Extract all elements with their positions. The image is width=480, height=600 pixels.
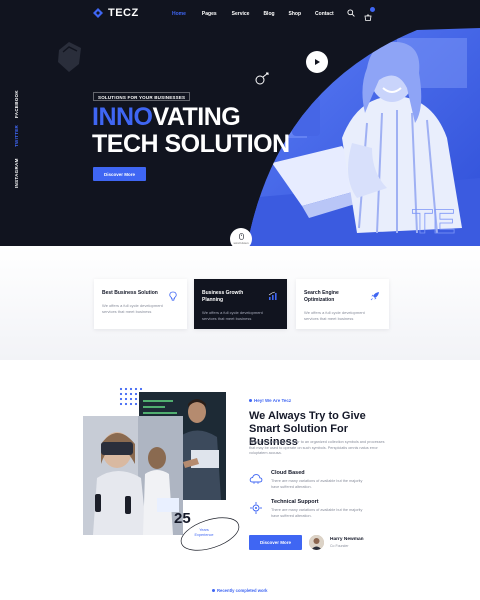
service-card-text: We offers a full cycle development servi…	[202, 310, 263, 321]
hero-discover-button[interactable]: Discover More	[93, 167, 146, 181]
scroll-label: scroll down	[233, 241, 249, 245]
hero-badge: SOLUTIONS FOR YOUR BUSINESSES	[93, 92, 191, 101]
hero-title-rest: VATING	[152, 103, 241, 131]
label-dot	[249, 399, 252, 402]
about-section-label: Hey! We Are Tecz	[249, 398, 291, 403]
nav-item-contact[interactable]: Contact	[315, 11, 334, 17]
years-label: Years Experience	[194, 528, 214, 537]
hero-title-accent: INNO	[92, 103, 153, 131]
video-play-button[interactable]	[306, 51, 328, 73]
nav-item-shop[interactable]: Shop	[289, 11, 302, 17]
vr-photo	[83, 416, 183, 535]
nav-item-home[interactable]: Home	[172, 11, 186, 17]
cloud-icon	[249, 474, 263, 484]
scroll-down-indicator[interactable]: scroll down	[230, 228, 252, 246]
decorative-shape	[58, 42, 81, 72]
main-menu: Home Pages Service Blog Shop Contact	[172, 11, 334, 17]
hero-section: TE TECZ Home Pages Service Blog Shop Con…	[0, 0, 480, 246]
about-discover-button[interactable]: Discover More	[249, 535, 302, 550]
play-icon	[315, 59, 320, 65]
brand-name: TECZ	[108, 7, 139, 19]
search-icon[interactable]	[347, 9, 355, 17]
mouse-icon	[238, 233, 244, 240]
about-description: System is a term used to refer to an org…	[249, 440, 385, 456]
navbar: TECZ Home Pages Service Blog Shop Contac…	[0, 0, 480, 28]
hero-title: INNOVATING TECH SOLUTION	[92, 104, 290, 158]
cart-badge	[370, 7, 375, 12]
feature-text: There are many variations of available b…	[271, 508, 363, 518]
feature-text: There are many variations of available b…	[271, 479, 363, 489]
lightbulb-icon	[169, 291, 177, 301]
recent-work-text: Recently completed work	[217, 588, 268, 593]
social-link-instagram[interactable]: INSTAGRAM	[14, 158, 19, 188]
years-number: 25	[174, 510, 191, 527]
service-card-seo[interactable]: Search Engine Optimization We offers a f…	[296, 279, 389, 329]
nav-icons	[347, 7, 375, 21]
service-card-title: Best Business Solution	[102, 290, 158, 296]
growth-chart-icon	[268, 291, 277, 300]
feature-title: Technical Support	[271, 499, 319, 505]
social-link-twitter[interactable]: TWITTER	[14, 125, 19, 147]
author-block: Harry Newman Co Founder	[309, 535, 389, 551]
hero-title-line2: TECH SOLUTION	[92, 130, 290, 158]
service-card-business-solution[interactable]: Best Business Solution We offers a full …	[94, 279, 187, 329]
cursor-click-icon	[255, 72, 269, 85]
feature-cloud-based: Cloud Based There are many variations of…	[249, 470, 399, 492]
author-name: Harry Newman	[330, 537, 364, 542]
services-section: Best Business Solution We offers a full …	[0, 246, 480, 360]
avatar	[309, 535, 324, 550]
logo-icon	[93, 8, 103, 18]
social-links: FACEBOOK TWITTER INSTAGRAM	[14, 90, 24, 188]
nav-item-service[interactable]: Service	[232, 11, 250, 17]
avatar-image	[309, 535, 324, 550]
cart-button[interactable]	[364, 7, 375, 21]
logo[interactable]: TECZ	[92, 7, 139, 19]
gear-network-icon	[250, 502, 262, 514]
rocket-icon	[370, 292, 379, 301]
nav-item-blog[interactable]: Blog	[263, 11, 274, 17]
author-role: Co Founder	[330, 544, 349, 548]
feature-title: Cloud Based	[271, 470, 305, 476]
svg-text:TE: TE	[412, 203, 455, 241]
about-label-text: Hey! We Are Tecz	[254, 398, 292, 403]
feature-technical-support: Technical Support There are many variati…	[249, 499, 399, 521]
service-card-text: We offers a full cycle development servi…	[304, 310, 365, 321]
nav-item-pages[interactable]: Pages	[202, 11, 217, 17]
recent-work-label: Recently completed work	[212, 588, 268, 593]
service-card-growth-planning[interactable]: Business Growth Planning We offers a ful…	[194, 279, 287, 329]
service-card-title: Search Engine Optimization	[304, 290, 339, 303]
service-card-text: We offers a full cycle development servi…	[102, 303, 163, 314]
cart-icon	[364, 14, 372, 21]
label-dot	[212, 589, 215, 592]
social-link-facebook[interactable]: FACEBOOK	[14, 90, 19, 118]
service-card-title: Business Growth Planning	[202, 290, 244, 303]
